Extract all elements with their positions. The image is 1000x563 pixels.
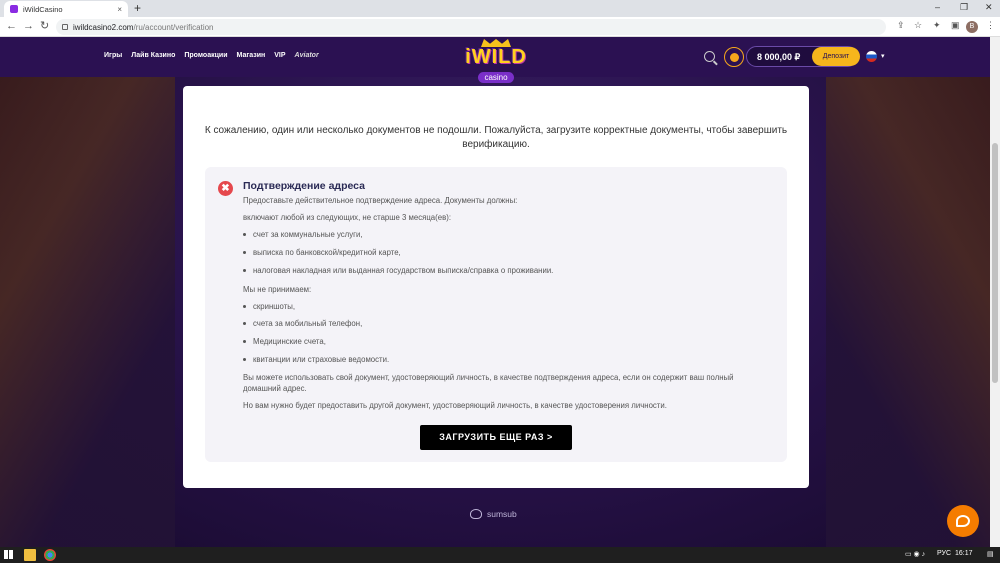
list-item: счет за коммунальные услуги, xyxy=(243,230,363,239)
nav-live-casino[interactable]: Лайв Казино xyxy=(131,52,175,59)
bookmark-star-icon[interactable]: ☆ xyxy=(914,20,922,31)
bullet-icon xyxy=(243,251,246,255)
russia-flag-icon[interactable] xyxy=(866,51,877,62)
nav-aviator[interactable]: Aviator xyxy=(295,52,319,59)
balance-amount: 8 000,00 ₽ xyxy=(757,52,801,62)
bullet-icon xyxy=(243,233,246,237)
lock-icon xyxy=(62,24,68,30)
main-nav: Игры Лайв Казино Промоакции Магазин VIP … xyxy=(104,52,319,59)
list-item: скриншоты, xyxy=(243,302,295,311)
url-host: iwildcasino2.com xyxy=(73,22,134,32)
sumsub-icon xyxy=(470,509,482,519)
reload-icon[interactable]: ↻ xyxy=(40,20,49,33)
extensions-icon[interactable]: ✦ xyxy=(933,20,941,31)
maximize-icon[interactable]: ❐ xyxy=(960,2,968,13)
close-window-icon[interactable]: ✕ xyxy=(985,2,993,13)
nav-games[interactable]: Игры xyxy=(104,52,122,59)
sidebar-icon[interactable]: ▣ xyxy=(951,20,960,31)
tab-close-icon[interactable]: × xyxy=(117,5,122,14)
favicon-icon xyxy=(10,5,18,13)
deposit-button[interactable]: Депозит xyxy=(812,47,860,66)
logo-subtext: casino xyxy=(478,72,514,83)
chrome-icon[interactable] xyxy=(44,549,56,561)
decorative-right-image xyxy=(826,77,990,547)
list-item: квитанции или страховые ведомости. xyxy=(243,355,389,364)
browser-tab[interactable]: iWildCasino × xyxy=(4,1,128,17)
scrollbar-thumb[interactable] xyxy=(992,143,998,383)
crown-icon xyxy=(481,39,511,47)
list-item: выписка по банковской/кредитной карте, xyxy=(243,248,401,257)
user-icon xyxy=(729,52,739,62)
note-id-as-address: Вы можете использовать свой документ, уд… xyxy=(243,373,734,393)
not-accepted-title: Мы не принимаем: xyxy=(243,285,312,294)
decorative-left-image xyxy=(0,77,175,547)
file-explorer-icon[interactable] xyxy=(24,549,36,561)
bullet-icon xyxy=(243,340,246,344)
account-button[interactable] xyxy=(724,47,744,67)
includes-text: включают любой из следующих, не старше 3… xyxy=(243,213,451,222)
windows-start-icon[interactable] xyxy=(4,550,13,559)
intro-text: Предоставьте действительное подтверждени… xyxy=(243,196,518,205)
logo-text: iWILD xyxy=(465,46,527,68)
note-second-id: Но вам нужно будет предоставить другой д… xyxy=(243,401,667,410)
browser-toolbar: ← → ↻ iwildcasino2.com/ru/account/verifi… xyxy=(0,17,1000,37)
chat-icon xyxy=(956,515,970,527)
back-icon[interactable]: ← xyxy=(6,20,17,33)
browser-tab-strip: iWildCasino × + – ❐ ✕ xyxy=(0,0,1000,17)
search-icon[interactable] xyxy=(704,51,715,62)
section-title: Подтверждение адреса xyxy=(243,180,365,192)
forward-icon[interactable]: → xyxy=(23,20,34,33)
bullet-icon xyxy=(243,305,246,309)
profile-avatar[interactable]: B xyxy=(966,21,978,33)
list-item: Медицинские счета, xyxy=(243,337,326,346)
nav-promotions[interactable]: Промоакции xyxy=(184,52,227,59)
notifications-icon[interactable]: ▤ xyxy=(987,550,994,558)
minimize-icon[interactable]: – xyxy=(935,2,940,12)
sumsub-label: sumsub xyxy=(487,509,517,519)
browser-menu-icon[interactable]: ⋮ xyxy=(986,20,995,31)
error-icon: ✖ xyxy=(218,181,233,196)
clock[interactable]: 16:17 xyxy=(955,550,973,557)
tray-icons[interactable]: ▭ ◉ ♪ xyxy=(905,550,925,558)
language-caret-icon[interactable]: ▾ xyxy=(881,52,885,60)
upload-again-button[interactable]: ЗАГРУЗИТЬ ЕЩЕ РАЗ > xyxy=(420,425,572,450)
share-icon[interactable]: ⇪ xyxy=(897,20,905,31)
bullet-icon xyxy=(243,322,246,326)
nav-shop[interactable]: Магазин xyxy=(237,52,266,59)
tab-title: iWildCasino xyxy=(23,4,63,14)
list-item: налоговая накладная или выданная государ… xyxy=(243,266,553,275)
rejection-notice: К сожалению, один или несколько документ… xyxy=(204,125,788,150)
sumsub-logo: sumsub xyxy=(470,509,517,519)
bullet-icon xyxy=(243,269,246,273)
new-tab-button[interactable]: + xyxy=(134,1,141,15)
list-item: счета за мобильный телефон, xyxy=(243,319,362,328)
site-logo[interactable]: iWILD casino xyxy=(456,39,536,83)
url-path: /ru/account/verification xyxy=(133,22,214,32)
nav-vip[interactable]: VIP xyxy=(274,52,285,59)
address-bar[interactable]: iwildcasino2.com/ru/account/verification xyxy=(56,19,886,35)
os-taskbar: ▭ ◉ ♪ РУС 16:17 ▤ xyxy=(0,547,1000,563)
keyboard-language[interactable]: РУС xyxy=(937,550,951,557)
chat-button[interactable] xyxy=(947,505,979,537)
bullet-icon xyxy=(243,358,246,362)
